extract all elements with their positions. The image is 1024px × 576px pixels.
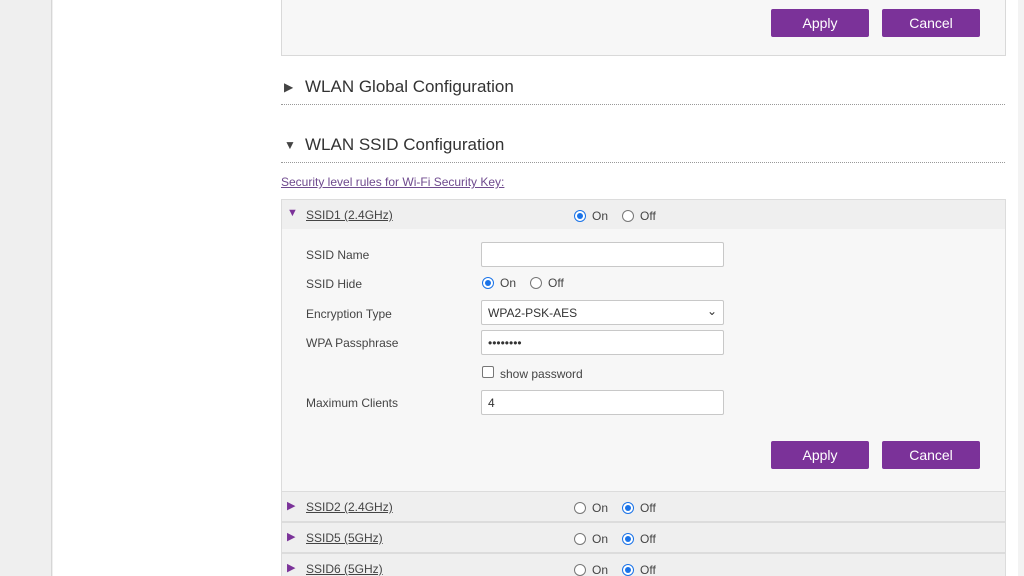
ssid-hide-group: On Off xyxy=(482,276,578,290)
ssid2-on-label: On xyxy=(592,501,609,515)
ssid6-state-group: On Off xyxy=(574,563,670,576)
ssid5-off-radio[interactable] xyxy=(622,533,635,545)
section-wlan-ssid[interactable]: ▼ WLAN SSID Configuration xyxy=(281,129,1005,163)
cancel-button-top[interactable]: Cancel xyxy=(882,9,980,37)
ssid-hide-off-label: Off xyxy=(548,276,564,290)
show-password-checkbox[interactable] xyxy=(482,366,494,378)
ssid2-row[interactable]: ▶ SSID2 (2.4GHz) On Off xyxy=(281,491,1006,522)
ssid1-state-group: On Off xyxy=(574,209,670,223)
apply-button-top[interactable]: Apply xyxy=(771,9,869,37)
ssid6-off-label: Off xyxy=(640,563,656,576)
ssid1-off-label: Off xyxy=(640,209,656,223)
encryption-type-value: WPA2-PSK-AES xyxy=(488,306,578,320)
ssid5-off-label: Off xyxy=(640,532,656,546)
ssid5-state-group: On Off xyxy=(574,532,670,546)
ssid1-off-radio[interactable] xyxy=(622,210,635,222)
encryption-type-label: Encryption Type xyxy=(306,307,392,321)
ssid-hide-on-label: On xyxy=(500,276,517,290)
section-title-ssid: WLAN SSID Configuration xyxy=(305,135,505,154)
ssid2-on-radio[interactable] xyxy=(574,502,586,514)
ssid1-on-radio[interactable] xyxy=(574,210,586,222)
ssid6-row[interactable]: ▶ SSID6 (5GHz) On Off xyxy=(281,553,1006,576)
ssid1-label[interactable]: SSID1 (2.4GHz) xyxy=(306,208,393,222)
wpa-passphrase-label: WPA Passphrase xyxy=(306,336,399,350)
triangle-down-icon: ▼ xyxy=(284,138,296,152)
ssid-hide-off-radio[interactable] xyxy=(530,277,543,289)
ssid2-state-group: On Off xyxy=(574,501,670,515)
ssid-name-input[interactable] xyxy=(481,242,724,267)
encryption-type-select[interactable]: WPA2-PSK-AES ⌄ xyxy=(481,300,724,325)
security-rules-link[interactable]: Security level rules for Wi-Fi Security … xyxy=(281,175,504,189)
ssid6-off-radio[interactable] xyxy=(622,564,635,576)
ssid6-on-radio[interactable] xyxy=(574,564,586,576)
scrollbar-track[interactable] xyxy=(1018,0,1024,576)
ssid2-off-label: Off xyxy=(640,501,656,515)
triangle-right-icon: ▶ xyxy=(287,531,296,543)
triangle-right-icon: ▶ xyxy=(287,562,296,574)
ssid2-off-radio[interactable] xyxy=(622,502,635,514)
triangle-right-icon: ▶ xyxy=(287,500,296,512)
section-title-global: WLAN Global Configuration xyxy=(305,77,514,96)
ssid2-label[interactable]: SSID2 (2.4GHz) xyxy=(306,500,393,514)
ssid5-on-radio[interactable] xyxy=(574,533,586,545)
ssid5-row[interactable]: ▶ SSID5 (5GHz) On Off xyxy=(281,522,1006,553)
ssid-hide-label: SSID Hide xyxy=(306,277,363,291)
ssid6-label[interactable]: SSID6 (5GHz) xyxy=(306,562,383,576)
section-wlan-global[interactable]: ▶ WLAN Global Configuration xyxy=(281,71,1005,105)
triangle-right-icon: ▶ xyxy=(284,80,294,94)
ssid1-on-label: On xyxy=(592,209,609,223)
triangle-down-icon: ▼ xyxy=(287,207,298,219)
apply-button-ssid1[interactable]: Apply xyxy=(771,441,869,469)
ssid6-on-label: On xyxy=(592,563,609,576)
ssid-name-label: SSID Name xyxy=(306,248,370,262)
left-gutter xyxy=(0,0,52,576)
maximum-clients-label: Maximum Clients xyxy=(306,396,399,410)
ssid-hide-on-radio[interactable] xyxy=(482,277,494,289)
ssid1-row[interactable]: ▼ SSID1 (2.4GHz) On Off xyxy=(281,199,1006,230)
maximum-clients-input[interactable] xyxy=(481,390,724,415)
chevron-down-icon: ⌄ xyxy=(706,304,717,318)
wpa-passphrase-input[interactable] xyxy=(481,330,724,355)
ssid5-label[interactable]: SSID5 (5GHz) xyxy=(306,531,383,545)
cancel-button-ssid1[interactable]: Cancel xyxy=(882,441,980,469)
ssid5-on-label: On xyxy=(592,532,609,546)
show-password-label: show password xyxy=(500,367,583,381)
